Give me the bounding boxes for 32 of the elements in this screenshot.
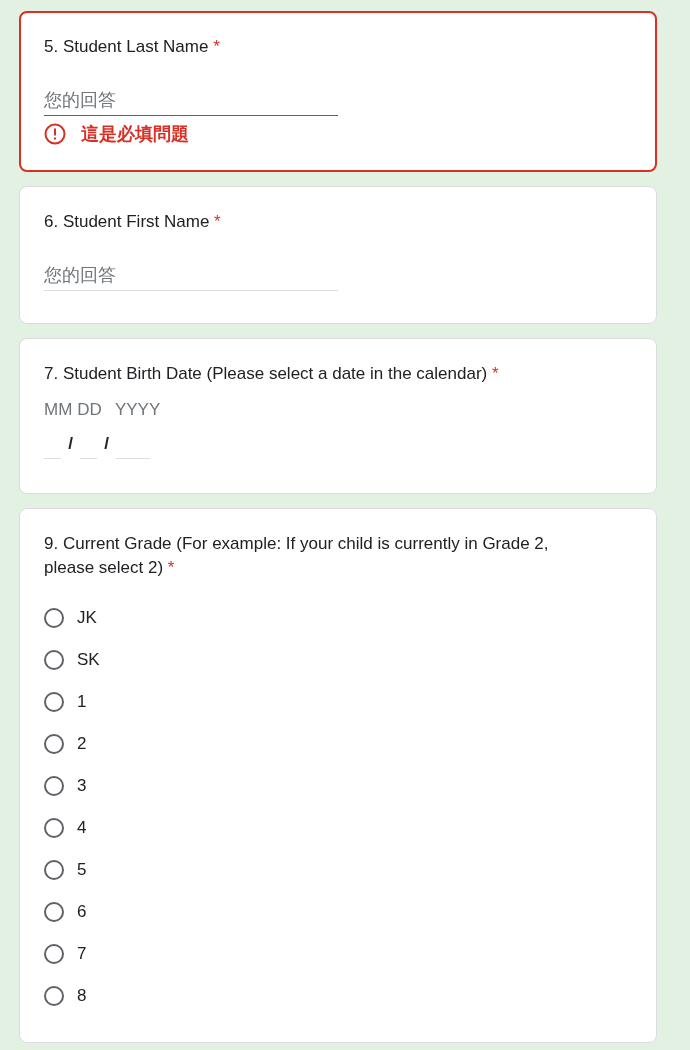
error-icon	[44, 123, 66, 145]
option-label: 4	[77, 817, 87, 839]
option-label: 3	[77, 775, 87, 797]
option-label: JK	[77, 607, 97, 629]
radio-button[interactable]	[44, 776, 64, 796]
radio-button[interactable]	[44, 818, 64, 838]
date-part-label: DD	[77, 399, 102, 421]
question-title: 5. Student Last Name *	[44, 36, 220, 58]
option-label: 1	[77, 691, 87, 713]
date-part-label: YYYY	[114, 399, 161, 421]
answer-field[interactable]: 您的回答	[44, 86, 338, 116]
option-label: SK	[77, 649, 100, 671]
date-separator: /	[103, 433, 110, 454]
radio-button[interactable]	[44, 860, 64, 880]
date-part-label: MM	[44, 399, 73, 421]
option-label: 5	[77, 859, 87, 881]
radio-button[interactable]	[44, 608, 64, 628]
option-label: 8	[77, 985, 87, 1007]
option-label: 2	[77, 733, 87, 755]
radio-button[interactable]	[44, 650, 64, 670]
radio-button[interactable]	[44, 902, 64, 922]
question-title: 7. Student Birth Date (Please select a date in the calendar) *	[44, 363, 499, 385]
question-title: 9. Current Grade (For example: If your child is currently in Grade 2, please select 2) *	[44, 533, 550, 579]
question-title: 6. Student First Name *	[44, 211, 221, 233]
radio-button[interactable]	[44, 692, 64, 712]
radio-button[interactable]	[44, 734, 64, 754]
option-label: 6	[77, 901, 87, 923]
date-separator: /	[67, 433, 74, 454]
option-label: 7	[77, 943, 87, 965]
radio-button[interactable]	[44, 986, 64, 1006]
error-message: 這是必填問題	[81, 123, 189, 146]
radio-button[interactable]	[44, 944, 64, 964]
